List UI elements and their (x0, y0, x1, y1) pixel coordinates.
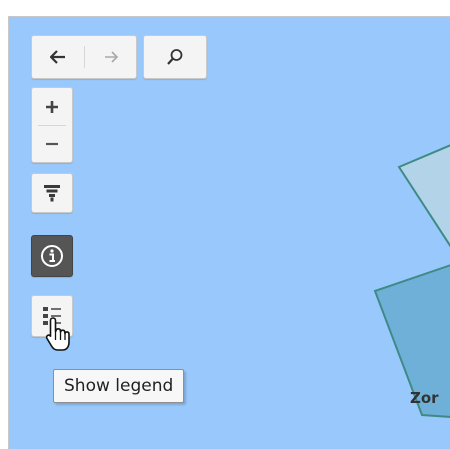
zone-label: Zor (410, 389, 439, 407)
zoom-group (31, 87, 73, 163)
magnifier-icon (167, 49, 183, 65)
hand-pointer-icon (45, 317, 70, 351)
search-button[interactable] (143, 35, 207, 79)
back-button[interactable] (32, 36, 84, 78)
info-button[interactable] (31, 235, 73, 277)
arrow-left-icon (50, 50, 65, 64)
filter-button[interactable] (31, 173, 73, 213)
plus-icon (46, 100, 58, 113)
info-button-face[interactable] (32, 236, 72, 276)
zoom-out-button[interactable] (32, 126, 72, 162)
filter-button-face[interactable] (32, 174, 72, 212)
forward-button[interactable] (85, 36, 136, 78)
history-nav-group (31, 35, 137, 79)
zoom-in-button[interactable] (32, 88, 72, 125)
minus-icon (46, 142, 58, 146)
legend-tooltip: Show legend (53, 369, 185, 403)
screenshot-frame: Zor Show legend (0, 0, 450, 449)
search-button-face[interactable] (144, 36, 206, 78)
zone-polygon-upper[interactable] (397, 144, 450, 248)
funnel-icon (44, 185, 60, 202)
arrow-right-icon (104, 51, 118, 63)
info-circle-icon (41, 245, 63, 267)
